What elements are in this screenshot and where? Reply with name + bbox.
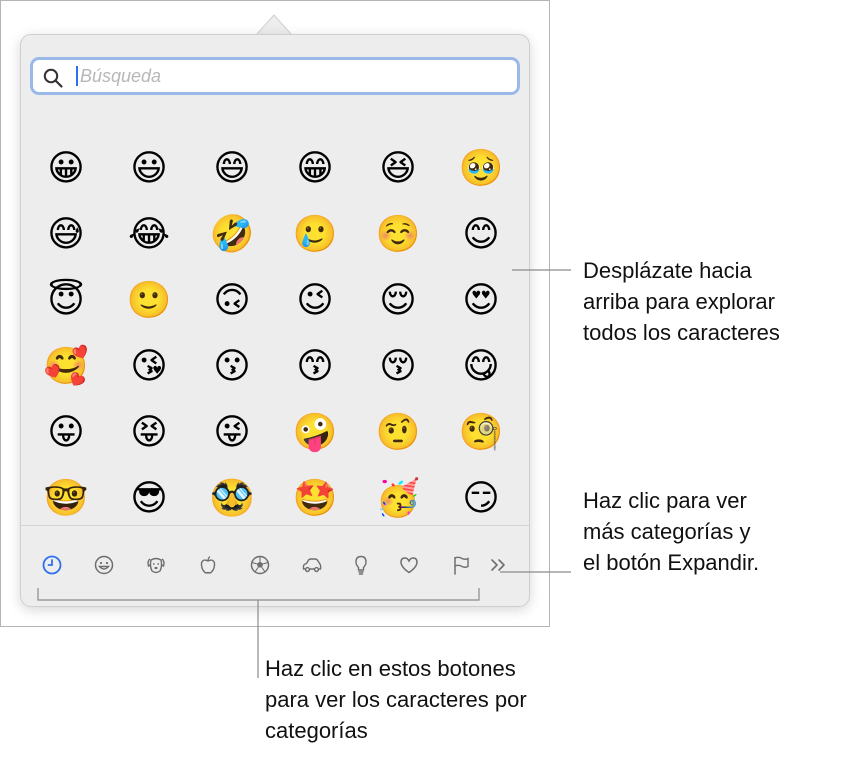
callout-buttons-line-2: para ver los caracteres por bbox=[265, 687, 527, 712]
callout-buttons-line-1: Haz clic en estos botones bbox=[265, 656, 516, 681]
callout-more-line-1: Haz clic para ver bbox=[583, 488, 747, 513]
callout-scroll-line-1: Desplázate hacia bbox=[583, 258, 752, 283]
callout-buttons-line-3: categorías bbox=[265, 718, 368, 743]
callout-more-line-3: el botón Expandir. bbox=[583, 550, 760, 575]
callout-more-categories: Haz clic para ver más categorías y el bo… bbox=[583, 485, 759, 578]
callout-scroll-line-2: arriba para explorar bbox=[583, 289, 775, 314]
callout-more-line-2: más categorías y bbox=[583, 519, 751, 544]
callout-category-buttons: Haz clic en estos botones para ver los c… bbox=[265, 653, 527, 746]
callout-scroll-line-3: todos los caracteres bbox=[583, 320, 780, 345]
callout-lines bbox=[37, 269, 571, 678]
callout-scroll: Desplázate hacia arriba para explorar to… bbox=[583, 255, 780, 348]
